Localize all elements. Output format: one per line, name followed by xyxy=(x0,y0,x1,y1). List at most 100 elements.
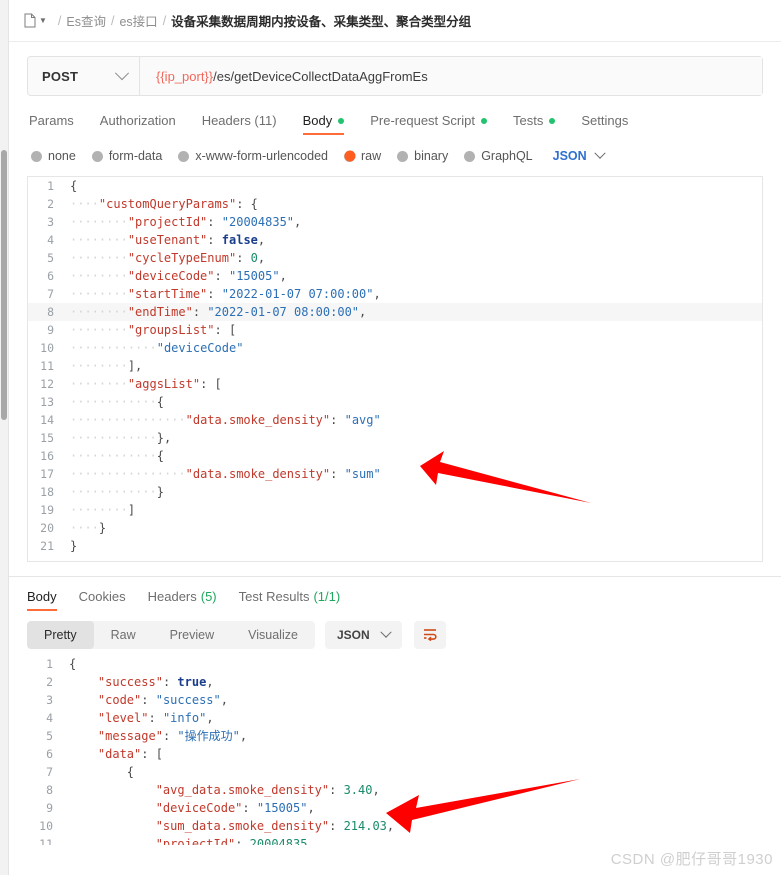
url-input[interactable]: {{ip_port}}/es/getDeviceCollectDataAggFr… xyxy=(140,57,762,95)
line-number: 20 xyxy=(40,521,54,535)
status-dot-icon xyxy=(549,117,556,124)
line-number: 9 xyxy=(47,323,54,337)
view-mode-pretty[interactable]: Pretty xyxy=(27,621,94,649)
code-line: 1{ xyxy=(27,655,763,673)
body-type-graphql[interactable]: GraphQL xyxy=(464,149,533,163)
line-number: 6 xyxy=(47,269,54,283)
code-line: 10 ············"deviceCode" xyxy=(28,339,762,357)
app-vertical-scrollbar-thumb[interactable] xyxy=(1,150,7,420)
line-number: 17 xyxy=(40,467,54,481)
body-type-binary[interactable]: binary xyxy=(397,149,448,163)
chevron-down-icon[interactable]: ▼ xyxy=(39,16,47,25)
code-content: ········"useTenant": false, xyxy=(70,233,266,247)
request-body-editor[interactable]: 1{2 ····"customQueryParams": {3 ········"p… xyxy=(27,176,763,562)
body-type-label: GraphQL xyxy=(481,149,533,163)
code-line: 3 ········"projectId": "20004835", xyxy=(28,213,762,231)
line-number: 16 xyxy=(40,449,54,463)
code-content: ········"cycleTypeEnum": 0, xyxy=(70,251,266,265)
body-type-none[interactable]: none xyxy=(31,149,76,163)
code-line: 2 "success": true, xyxy=(27,673,763,691)
response-tab-body[interactable]: Body xyxy=(27,589,57,611)
body-type-label: form-data xyxy=(108,149,163,163)
line-number: 10 xyxy=(39,819,53,833)
response-tabs: Body Cookies Headers (5) Test Results (1… xyxy=(27,585,781,611)
view-mode-visualize[interactable]: Visualize xyxy=(231,621,315,649)
line-number: 11 xyxy=(40,359,54,373)
chevron-down-icon xyxy=(594,147,606,159)
breadcrumb: ▼ / Es查询 / es接口 / 设备采集数据周期内按设备、采集类型、聚合类型… xyxy=(9,0,781,42)
code-content: ············"deviceCode" xyxy=(70,341,244,355)
tab-label: Body xyxy=(302,113,333,128)
response-format-select[interactable]: JSON xyxy=(324,621,402,649)
tab-label: Cookies xyxy=(78,589,126,604)
line-number: 7 xyxy=(47,287,54,301)
code-line: 15 ············}, xyxy=(28,429,762,447)
body-type-x-www-form-urlencoded[interactable]: x-www-form-urlencoded xyxy=(178,149,328,163)
code-line: 5 ········"cycleTypeEnum": 0, xyxy=(28,249,762,267)
code-line: 8 "avg_data.smoke_density": 3.40, xyxy=(27,781,763,799)
line-number: 15 xyxy=(40,431,54,445)
method-label: POST xyxy=(42,68,79,84)
code-content: ········"deviceCode": "15005", xyxy=(70,269,287,283)
breadcrumb-separator-1: / xyxy=(111,13,115,28)
view-mode-preview[interactable]: Preview xyxy=(153,621,231,649)
breadcrumb-separator-2: / xyxy=(162,13,167,28)
tab-body[interactable]: Body xyxy=(302,113,345,135)
code-content: { xyxy=(126,765,135,779)
code-line: 11 ········], xyxy=(28,357,762,375)
tab-params[interactable]: Params xyxy=(29,113,74,135)
code-line: 18 ············} xyxy=(28,483,762,501)
request-panel: POST {{ip_port}}/es/getDeviceCollectData… xyxy=(9,42,781,562)
code-line: 2 ····"customQueryParams": { xyxy=(28,195,762,213)
tab-settings[interactable]: Settings xyxy=(581,113,628,135)
code-content: ········"endTime": "2022-01-07 08:00:00"… xyxy=(70,305,367,319)
code-line: 4 "level": "info", xyxy=(27,709,763,727)
chevron-down-icon xyxy=(114,66,130,81)
radio-icon xyxy=(91,150,103,162)
code-line: 8 ········"endTime": "2022-01-07 08:00:00… xyxy=(28,303,762,321)
tab-label: Body xyxy=(27,589,57,604)
code-line: 6 "data": [ xyxy=(27,745,763,763)
request-tabs: Params Authorization Headers (11) Body P… xyxy=(29,107,781,135)
request-format-label: JSON xyxy=(552,149,587,163)
code-line: 13 ············{ xyxy=(28,393,762,411)
code-line: 1{ xyxy=(28,177,762,195)
tab-tests[interactable]: Tests xyxy=(513,113,556,135)
wrap-text-button[interactable] xyxy=(413,621,446,649)
url-path: /es/getDeviceCollectDataAggFromEs xyxy=(213,68,428,84)
code-content: ········"groupsList": [ xyxy=(70,323,237,337)
method-select[interactable]: POST xyxy=(28,57,140,95)
view-mode-raw[interactable]: Raw xyxy=(94,621,153,649)
code-line: 21} xyxy=(28,537,762,555)
body-type-form-data[interactable]: form-data xyxy=(91,149,163,163)
code-content: "avg_data.smoke_density": 3.40, xyxy=(155,783,380,797)
line-number: 5 xyxy=(47,251,54,265)
response-body-viewer[interactable]: 1{2 "success": true, 3 "code": "success",… xyxy=(27,655,763,845)
line-number: 1 xyxy=(47,179,54,193)
code-line: 14 ················"data.smoke_density": … xyxy=(28,411,762,429)
url-variable: {{ip_port}} xyxy=(156,68,214,84)
response-tab-cookies[interactable]: Cookies xyxy=(79,589,126,611)
code-line: 3 "code": "success", xyxy=(27,691,763,709)
breadcrumb-item-0[interactable]: Es查询 xyxy=(66,11,106,30)
breadcrumb-item-1[interactable]: es接口 xyxy=(119,11,157,30)
code-content: "message": "操作成功", xyxy=(97,729,248,743)
line-number: 11 xyxy=(39,837,53,845)
tab-pre-request-script[interactable]: Pre-request Script xyxy=(370,113,487,135)
body-type-raw[interactable]: raw xyxy=(344,149,381,163)
request-format-select[interactable]: JSON xyxy=(552,147,606,163)
code-content: { xyxy=(69,657,77,671)
breadcrumb-current: 设备采集数据周期内按设备、采集类型、聚合类型分组 xyxy=(171,15,472,29)
code-content: ············{ xyxy=(70,449,164,463)
tab-authorization[interactable]: Authorization xyxy=(100,113,176,135)
line-number: 5 xyxy=(46,729,53,743)
tab-headers[interactable]: Headers (11) xyxy=(202,113,277,135)
tab-label: Tests xyxy=(513,113,544,128)
line-number: 8 xyxy=(46,783,53,797)
tab-label: Test Results xyxy=(238,589,310,604)
code-content: "projectId": 20004835, xyxy=(155,837,315,845)
code-content: ················"data.smoke_density": "a… xyxy=(70,413,381,427)
response-tab-test-results[interactable]: Test Results (1/1) xyxy=(239,589,341,611)
response-tab-headers[interactable]: Headers (5) xyxy=(148,589,217,611)
chevron-down-icon xyxy=(379,626,392,638)
